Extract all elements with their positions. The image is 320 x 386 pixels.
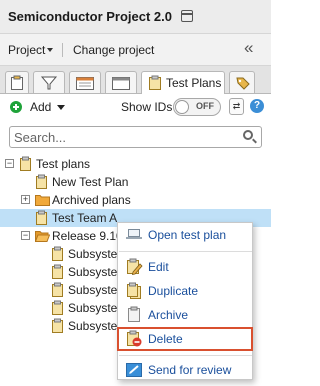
clipboard-icon — [20, 156, 31, 171]
filter-icon — [40, 76, 58, 90]
tree-label: Release 9.10 — [52, 229, 123, 243]
delete-icon — [127, 330, 142, 347]
tag-icon — [236, 77, 250, 90]
menu-item-archive[interactable]: Archive — [118, 304, 252, 326]
clipboard-icon — [36, 174, 47, 189]
tree-label: Subsyster — [68, 301, 122, 315]
clipboard-icon — [52, 318, 63, 333]
tab-test-plans[interactable]: Test Plans — [141, 71, 225, 94]
project-bar: Project Change project « — [0, 34, 271, 66]
tree-root[interactable]: − Test plans — [0, 155, 271, 173]
tab-label: Test Plans — [166, 76, 222, 90]
tree-label: Archived plans — [52, 193, 131, 207]
divider — [62, 43, 63, 57]
tab-tags[interactable] — [229, 71, 255, 93]
expand-icon[interactable]: + — [21, 195, 30, 204]
change-project-link[interactable]: Change project — [73, 43, 154, 57]
menu-item-label: Edit — [148, 260, 169, 274]
menu-item-label: Open test plan — [148, 228, 227, 242]
window-icon[interactable] — [181, 10, 193, 22]
archive-icon — [128, 306, 140, 322]
menu-item-label: Send for review — [148, 363, 232, 377]
calendar-icon — [76, 77, 94, 90]
tree-node[interactable]: New Test Plan — [0, 173, 271, 191]
duplicate-icon — [127, 282, 141, 299]
panel-header: Semiconductor Project 2.0 — [0, 0, 271, 34]
tree-label: Subsyster — [68, 319, 122, 333]
clipboard-icon — [52, 264, 63, 279]
tree-label: Subsyster — [68, 265, 122, 279]
view-tabs: Test Plans — [0, 66, 271, 94]
clipboard-icon — [36, 210, 47, 225]
menu-item-duplicate[interactable]: Duplicate — [118, 280, 252, 302]
show-ids-label: Show IDs — [121, 100, 173, 114]
panel-title: Semiconductor Project 2.0 — [8, 9, 172, 24]
document-icon — [11, 75, 23, 90]
clipboard-icon — [52, 282, 63, 297]
folder-icon — [35, 195, 50, 206]
window-icon — [112, 77, 130, 90]
chevron-down-icon[interactable] — [47, 48, 53, 52]
tree-label: Test plans — [36, 157, 91, 171]
menu-item-delete[interactable]: Delete — [117, 327, 253, 351]
toggle-state: OFF — [196, 101, 214, 111]
menu-item-edit[interactable]: Edit — [118, 256, 252, 278]
clipboard-icon — [149, 75, 161, 90]
clipboard-icon — [52, 300, 63, 315]
help-icon[interactable]: ? — [250, 99, 264, 113]
context-menu: Open test plan Edit Duplicate Archive De… — [117, 222, 253, 380]
menu-item-label: Duplicate — [148, 284, 199, 298]
tree-toolbar: Add Show IDs OFF ⇄ ? — [0, 94, 271, 120]
project-menu[interactable]: Project — [8, 43, 45, 57]
menu-item-label: Delete — [148, 332, 183, 346]
tab-filter[interactable] — [33, 71, 65, 93]
search-input[interactable] — [14, 129, 234, 145]
tree-label: Subsyster — [68, 283, 122, 297]
clipboard-icon — [52, 246, 63, 261]
swap-icon[interactable]: ⇄ — [229, 98, 244, 115]
add-button[interactable]: Add — [30, 100, 51, 114]
collapse-icon[interactable]: − — [5, 159, 14, 168]
search-box — [9, 126, 262, 148]
menu-item-send-for-review[interactable]: Send for review — [118, 359, 252, 381]
folder-open-icon — [35, 231, 50, 242]
edit-clipboard-icon — [127, 258, 143, 276]
menu-item-open-test-plan[interactable]: Open test plan — [118, 224, 252, 246]
collapse-icon[interactable]: − — [21, 231, 30, 240]
menu-divider — [119, 251, 252, 252]
tree-label: Subsyster — [68, 247, 122, 261]
laptop-icon — [126, 229, 142, 239]
tab-calendar[interactable] — [69, 71, 101, 93]
menu-item-label: Archive — [148, 308, 189, 322]
show-ids-toggle[interactable]: OFF — [173, 98, 221, 116]
toggle-knob — [175, 100, 189, 114]
chevron-down-icon[interactable] — [57, 105, 65, 110]
tab-documents[interactable] — [5, 71, 29, 93]
tree-label: Test Team A — [52, 211, 118, 225]
search-icon[interactable] — [243, 130, 253, 140]
add-icon[interactable] — [10, 101, 22, 113]
tree-label: New Test Plan — [52, 175, 129, 189]
menu-divider — [119, 355, 252, 356]
tab-window[interactable] — [105, 71, 137, 93]
send-review-icon — [126, 363, 142, 377]
tree-node[interactable]: + Archived plans — [0, 191, 271, 209]
collapse-panel-icon[interactable]: « — [244, 38, 254, 58]
